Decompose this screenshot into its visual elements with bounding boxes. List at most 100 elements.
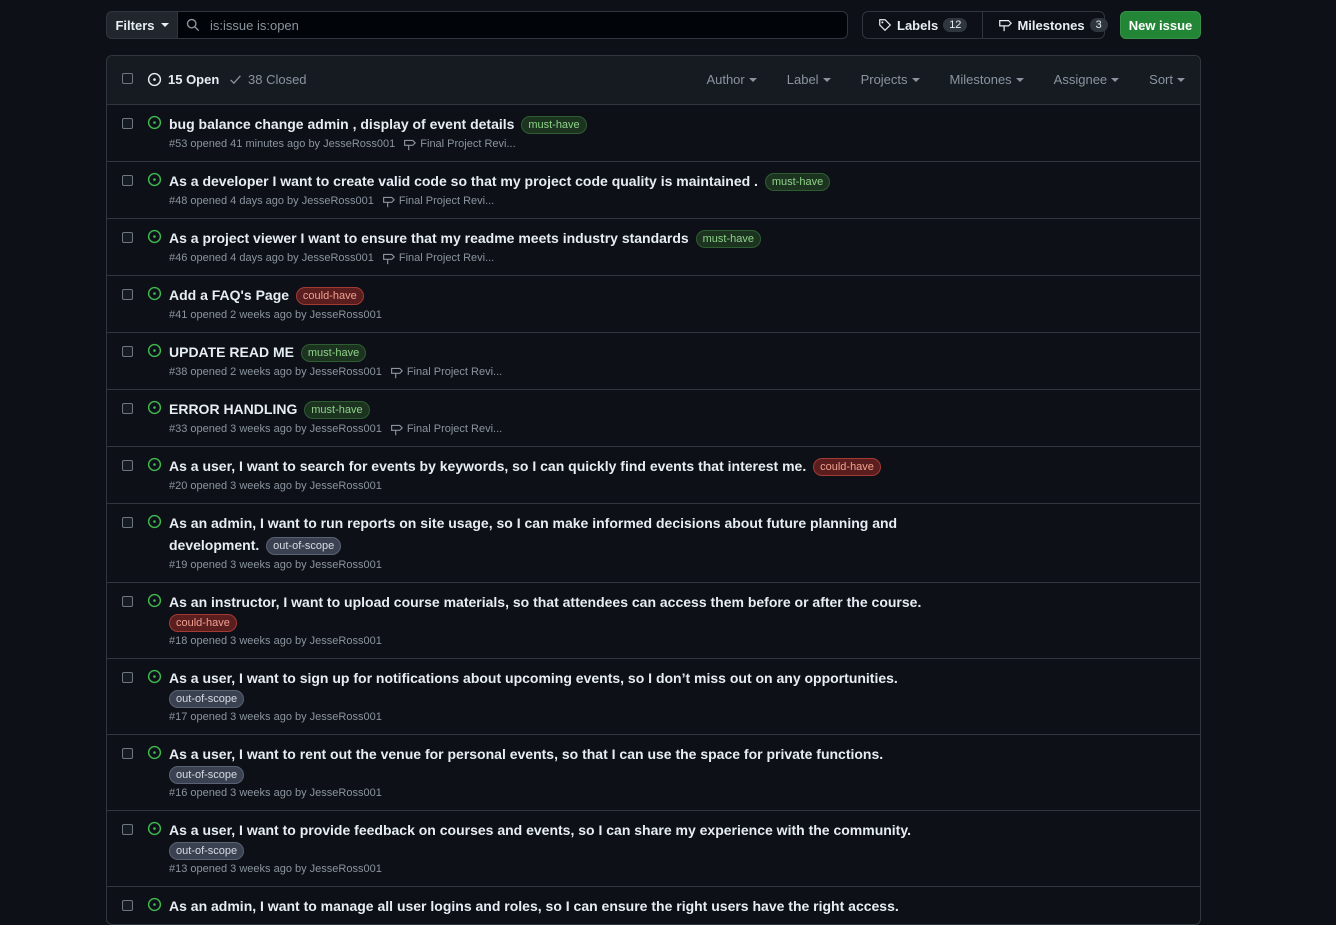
milestone-label: Final Project Revi... (406, 366, 503, 378)
issue-row[interactable]: As an instructor, I want to upload cours… (107, 583, 1200, 659)
open-count-label: 15 Open (168, 72, 220, 87)
issue-label[interactable]: must-have (300, 344, 367, 362)
issue-title-link[interactable]: As a project viewer I want to ensure tha… (169, 230, 689, 246)
issue-label[interactable]: out-of-scope (169, 766, 245, 784)
milestones-menu[interactable]: Milestones (950, 72, 1024, 87)
issue-checkbox[interactable] (122, 403, 133, 414)
issues-toolbar: Filters Labels 12 Milestones 3 New issue (106, 11, 1201, 41)
issue-milestone[interactable]: Final Project Revi... (382, 250, 494, 266)
issue-row[interactable]: UPDATE READ ME must-have #38 opened 2 wee… (107, 333, 1200, 390)
search-box (178, 11, 848, 39)
issue-checkbox[interactable] (122, 517, 133, 528)
search-input[interactable] (208, 16, 812, 34)
issue-content: As an admin, I want to run reports on si… (169, 512, 929, 573)
issue-row[interactable]: As an admin, I want to run reports on si… (107, 504, 1200, 583)
issue-checkbox[interactable] (122, 175, 133, 186)
issue-title-link[interactable]: As a user, I want to provide feedback on… (169, 822, 911, 838)
chevron-down-icon (748, 77, 757, 82)
closed-issues-tab[interactable]: 38 Closed (229, 72, 307, 87)
issues-list-header: 15 Open 38 Closed Author Label Projects … (107, 56, 1200, 105)
issue-title-link[interactable]: bug balance change admin , display of ev… (169, 116, 514, 132)
filters-button[interactable]: Filters (106, 11, 178, 39)
issue-row[interactable]: As a user, I want to search for events b… (107, 447, 1200, 504)
issue-checkbox[interactable] (122, 824, 133, 835)
issue-label[interactable]: must-have (695, 230, 761, 248)
issue-milestone[interactable]: Final Project Revi... (390, 421, 502, 437)
issue-checkbox[interactable] (122, 289, 133, 300)
issue-meta: #38 opened 2 weeks ago by JesseRoss001 Fi… (169, 364, 929, 380)
issue-label[interactable]: must-have (764, 173, 831, 191)
issue-label[interactable]: could-have (169, 614, 237, 632)
issue-checkbox[interactable] (122, 748, 133, 759)
issue-checkbox[interactable] (122, 460, 133, 471)
assignee-menu-label: Assignee (1053, 72, 1108, 87)
issue-label[interactable]: out-of-scope (169, 690, 245, 708)
chevron-down-icon (1177, 77, 1185, 82)
issue-opened-icon (147, 457, 162, 472)
select-all-checkbox[interactable] (122, 73, 133, 84)
issue-checkbox[interactable] (122, 232, 133, 243)
issue-row[interactable]: As a developer I want to create valid co… (107, 162, 1200, 219)
issue-rows: bug balance change admin , display of ev… (107, 105, 1200, 924)
issue-content: As a user, I want to search for events b… (169, 455, 929, 494)
issue-title-link[interactable]: ERROR HANDLING (169, 401, 297, 417)
issue-row[interactable]: As a user, I want to provide feedback on… (107, 811, 1200, 887)
issue-title-link[interactable]: Add a FAQ's Page (169, 287, 289, 303)
issue-checkbox[interactable] (122, 596, 133, 607)
chevron-down-icon (822, 77, 831, 82)
milestone-icon (999, 20, 1013, 32)
issue-opened-icon (147, 821, 162, 836)
projects-menu[interactable]: Projects (861, 72, 920, 87)
issue-title-link[interactable]: As a user, I want to sign up for notific… (169, 670, 898, 686)
issue-row[interactable]: bug balance change admin , display of ev… (107, 105, 1200, 162)
issue-label[interactable]: must-have (521, 116, 587, 134)
issue-opened-icon (147, 669, 162, 684)
issue-checkbox[interactable] (122, 118, 133, 129)
issue-row[interactable]: ERROR HANDLING must-have #33 opened 3 wee… (107, 390, 1200, 447)
assignee-menu[interactable]: Assignee (1053, 72, 1120, 87)
issue-opened-icon (147, 400, 162, 415)
sort-menu[interactable]: Sort (1149, 72, 1185, 87)
issue-row[interactable]: As an admin, I want to manage all user l… (107, 887, 1200, 924)
issue-meta: #20 opened 3 weeks ago by JesseRoss001 (169, 478, 929, 494)
issue-checkbox[interactable] (122, 346, 133, 357)
issue-content: Add a FAQ's Page could-have #41 opened 2 … (169, 284, 929, 323)
issue-checkbox[interactable] (122, 672, 133, 683)
issue-milestone[interactable]: Final Project Revi... (403, 136, 516, 152)
issue-label[interactable]: out-of-scope (169, 842, 245, 860)
label-menu[interactable]: Label (787, 72, 831, 87)
issue-row[interactable]: Add a FAQ's Page could-have #41 opened 2 … (107, 276, 1200, 333)
issue-opened-icon (147, 514, 162, 529)
issue-row[interactable]: As a project viewer I want to ensure tha… (107, 219, 1200, 276)
issue-row[interactable]: As a user, I want to rent out the venue … (107, 735, 1200, 811)
issue-title-link[interactable]: As a user, I want to rent out the venue … (169, 746, 883, 762)
issue-title-link[interactable]: As an admin, I want to manage all user l… (169, 898, 899, 914)
labels-button[interactable]: Labels 12 (863, 12, 982, 38)
issue-milestone[interactable]: Final Project Revi... (390, 364, 502, 380)
issue-row[interactable]: As a user, I want to sign up for notific… (107, 659, 1200, 735)
issue-label[interactable]: could-have (295, 287, 364, 305)
issue-milestone[interactable]: Final Project Revi... (382, 193, 494, 209)
issue-opened-info: #53 opened 41 minutes ago by JesseRoss00… (169, 138, 396, 150)
issue-meta: #46 opened 4 days ago by JesseRoss001 Fin… (169, 250, 929, 266)
tag-icon (879, 19, 892, 32)
issue-opened-info: #13 opened 3 weeks ago by JesseRoss001 (169, 863, 382, 875)
issue-label[interactable]: could-have (813, 458, 881, 476)
issue-title-link[interactable]: As an instructor, I want to upload cours… (169, 594, 921, 610)
issue-opened-icon (147, 172, 162, 187)
labels-milestones-group: Labels 12 Milestones 3 (862, 11, 1108, 39)
issue-label[interactable]: must-have (304, 401, 370, 419)
issue-title-link[interactable]: As a user, I want to search for events b… (169, 458, 806, 474)
labels-label: Labels (897, 17, 939, 33)
issue-opened-icon (147, 343, 162, 358)
labels-count: 12 (943, 18, 968, 32)
new-issue-button[interactable]: New issue (1120, 11, 1201, 39)
milestones-button[interactable]: Milestones 3 (982, 12, 1122, 38)
author-menu[interactable]: Author (706, 72, 757, 87)
issue-label[interactable]: out-of-scope (266, 537, 342, 555)
issue-content: As a user, I want to provide feedback on… (169, 819, 929, 877)
issue-title-link[interactable]: As a developer I want to create valid co… (169, 173, 758, 189)
open-issues-tab[interactable]: 15 Open (147, 72, 219, 87)
issue-title-link[interactable]: UPDATE READ ME (169, 344, 294, 360)
chevron-down-icon (911, 77, 920, 82)
